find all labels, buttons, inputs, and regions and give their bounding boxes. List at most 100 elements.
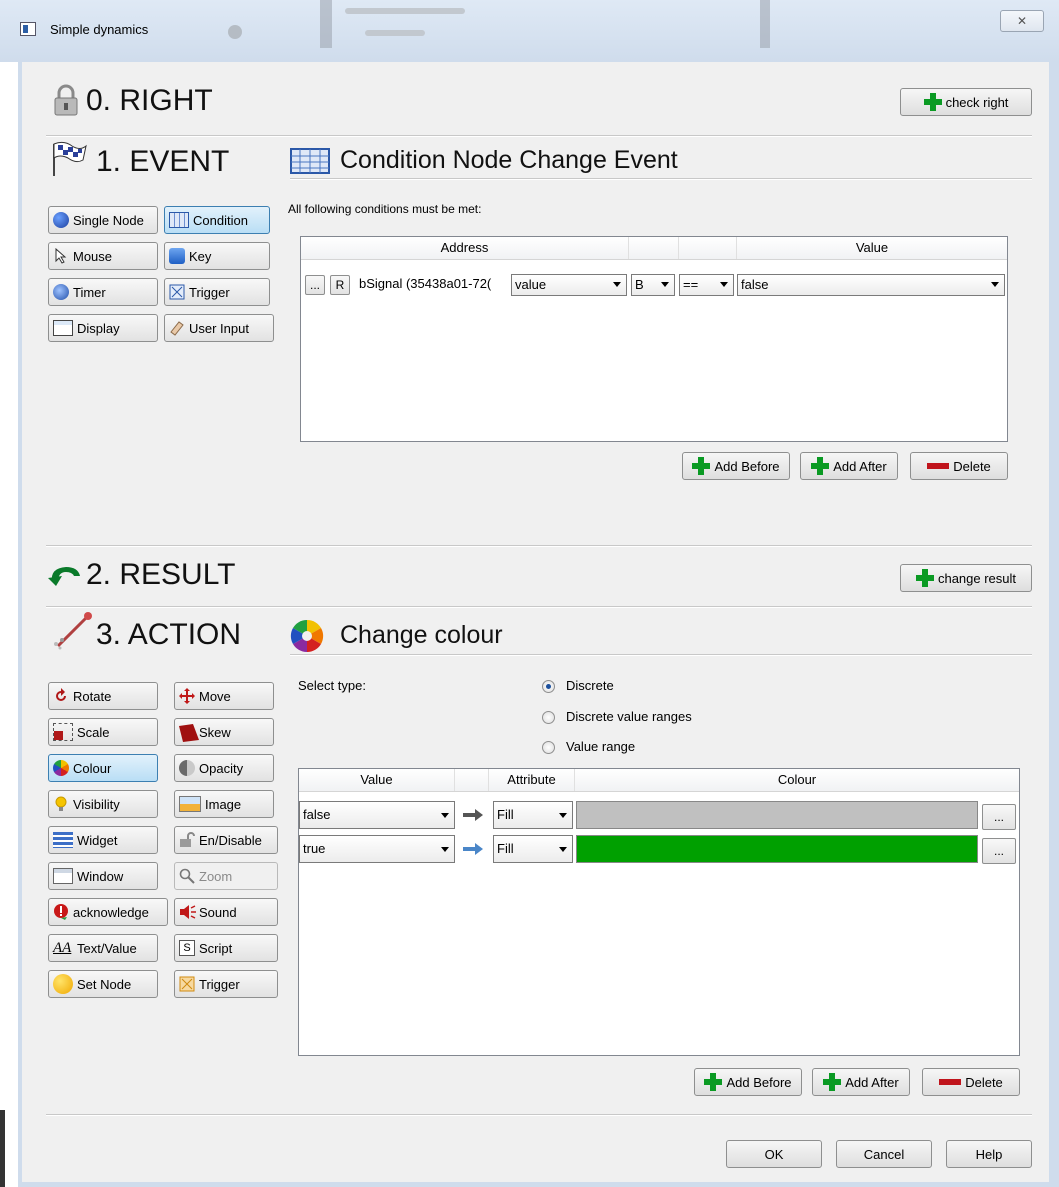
table-icon <box>169 212 189 228</box>
button-label: Set Node <box>77 976 132 992</box>
button-label: Trigger <box>189 284 230 300</box>
delete-label: Delete <box>953 458 991 474</box>
radio-discrete-value-ranges-label[interactable]: Discrete value ranges <box>566 709 692 724</box>
result-heading: 2. RESULT <box>86 558 236 591</box>
action-script-button[interactable]: S Script <box>174 934 278 962</box>
action-subtitle: Change colour <box>340 621 503 649</box>
chevron-down-icon <box>441 847 449 852</box>
action-add-before-button[interactable]: Add Before <box>694 1068 802 1096</box>
column-header-blank <box>455 769 489 791</box>
action-en-disable-button[interactable]: En/Disable <box>174 826 278 854</box>
action-opacity-button[interactable]: Opacity <box>174 754 274 782</box>
radio-value-range-label[interactable]: Value range <box>566 739 635 754</box>
action-colour-button[interactable]: Colour <box>48 754 158 782</box>
action-window-button[interactable]: Window <box>48 862 158 890</box>
browse-button[interactable]: ... <box>305 275 325 295</box>
help-button[interactable]: Help <box>946 1140 1032 1168</box>
value-select[interactable]: true <box>299 835 455 863</box>
action-trigger-button[interactable]: Trigger <box>174 970 278 998</box>
address-cell[interactable]: bSignal (35438a01-72( <box>359 276 511 291</box>
move-icon <box>179 688 195 704</box>
colour-picker-button[interactable]: ... <box>982 804 1016 830</box>
attribute-select[interactable]: Fill <box>493 835 573 863</box>
action-acknowledge-button[interactable]: acknowledge <box>48 898 168 926</box>
plus-icon <box>923 93 942 111</box>
chevron-down-icon <box>991 282 999 287</box>
chevron-down-icon <box>661 282 669 287</box>
button-label: Move <box>199 688 231 704</box>
r-button[interactable]: R <box>330 275 350 295</box>
arrow-right-icon <box>463 809 485 821</box>
radio-discrete-label[interactable]: Discrete <box>566 678 614 693</box>
action-add-after-button[interactable]: Add After <box>812 1068 910 1096</box>
cancel-button[interactable]: Cancel <box>836 1140 932 1168</box>
event-single-node-button[interactable]: Single Node <box>48 206 158 234</box>
change-result-button[interactable]: change result <box>900 564 1032 592</box>
eraser-icon <box>169 320 185 336</box>
action-set-node-button[interactable]: Set Node <box>48 970 158 998</box>
type-select[interactable]: B <box>631 274 675 296</box>
radio-value-range[interactable] <box>542 741 555 754</box>
radio-discrete[interactable] <box>542 680 555 693</box>
action-delete-button[interactable]: Delete <box>922 1068 1020 1096</box>
button-label: Mouse <box>73 248 113 264</box>
action-sound-button[interactable]: Sound <box>174 898 278 926</box>
action-image-button[interactable]: Image <box>174 790 274 818</box>
event-user-input-button[interactable]: User Input <box>164 314 274 342</box>
button-label: Widget <box>77 832 118 848</box>
field-select[interactable]: value <box>511 274 627 296</box>
conditions-table[interactable]: Address Value ... R bSignal (35438a01-72… <box>300 236 1008 442</box>
colour-picker-button[interactable]: ... <box>982 838 1016 864</box>
sphere-icon <box>53 974 73 994</box>
value-select[interactable]: false <box>737 274 1005 296</box>
event-trigger-button[interactable]: Trigger <box>164 278 270 306</box>
action-zoom-button[interactable]: Zoom <box>174 862 278 890</box>
ok-button[interactable]: OK <box>726 1140 822 1168</box>
plus-icon <box>823 1073 842 1091</box>
table-header: Value Attribute Colour <box>299 769 1019 792</box>
trigger-icon <box>169 284 185 300</box>
action-visibility-button[interactable]: Visibility <box>48 790 158 818</box>
button-label: User Input <box>189 320 249 336</box>
event-add-before-button[interactable]: Add Before <box>682 452 790 480</box>
divider <box>46 135 1032 137</box>
text-icon: AA <box>53 940 72 956</box>
magic-wand-icon <box>50 608 94 652</box>
trigger-icon <box>179 976 195 992</box>
action-scale-button[interactable]: Scale <box>48 718 158 746</box>
event-key-button[interactable]: Key <box>164 242 270 270</box>
event-add-after-button[interactable]: Add After <box>800 452 898 480</box>
event-condition-button[interactable]: Condition <box>164 206 270 234</box>
action-skew-button[interactable]: Skew <box>174 718 274 746</box>
event-delete-button[interactable]: Delete <box>910 452 1008 480</box>
colour-table[interactable]: Value Attribute Colour false Fill ... tr… <box>298 768 1020 1056</box>
action-widget-button[interactable]: Widget <box>48 826 158 854</box>
radio-discrete-value-ranges[interactable] <box>542 711 555 724</box>
action-move-button[interactable]: Move <box>174 682 274 710</box>
arrow-right-icon <box>463 843 485 855</box>
event-timer-button[interactable]: Timer <box>48 278 158 306</box>
event-display-button[interactable]: Display <box>48 314 158 342</box>
sphere-icon <box>53 212 69 228</box>
value-select[interactable]: false <box>299 801 455 829</box>
attribute-select[interactable]: Fill <box>493 801 573 829</box>
chevron-down-icon <box>559 847 567 852</box>
colour-swatch[interactable] <box>576 801 978 829</box>
check-right-button[interactable]: check right <box>900 88 1032 116</box>
event-mouse-button[interactable]: Mouse <box>48 242 158 270</box>
lightbulb-icon <box>53 796 69 812</box>
column-header-colour: Colour <box>777 772 817 787</box>
colour-swatch[interactable] <box>576 835 978 863</box>
scale-icon <box>53 723 73 741</box>
action-rotate-button[interactable]: Rotate <box>48 682 158 710</box>
operator-select[interactable]: == <box>679 274 734 296</box>
table-header: Address Value <box>301 237 1007 260</box>
image-icon <box>179 796 201 812</box>
close-button[interactable]: ✕ <box>1000 10 1044 32</box>
plus-icon <box>811 457 830 475</box>
action-text-value-button[interactable]: AA Text/Value <box>48 934 158 962</box>
divider <box>46 545 1032 547</box>
button-label: acknowledge <box>73 904 149 920</box>
button-label: Window <box>77 868 124 884</box>
cursor-icon <box>53 247 69 264</box>
